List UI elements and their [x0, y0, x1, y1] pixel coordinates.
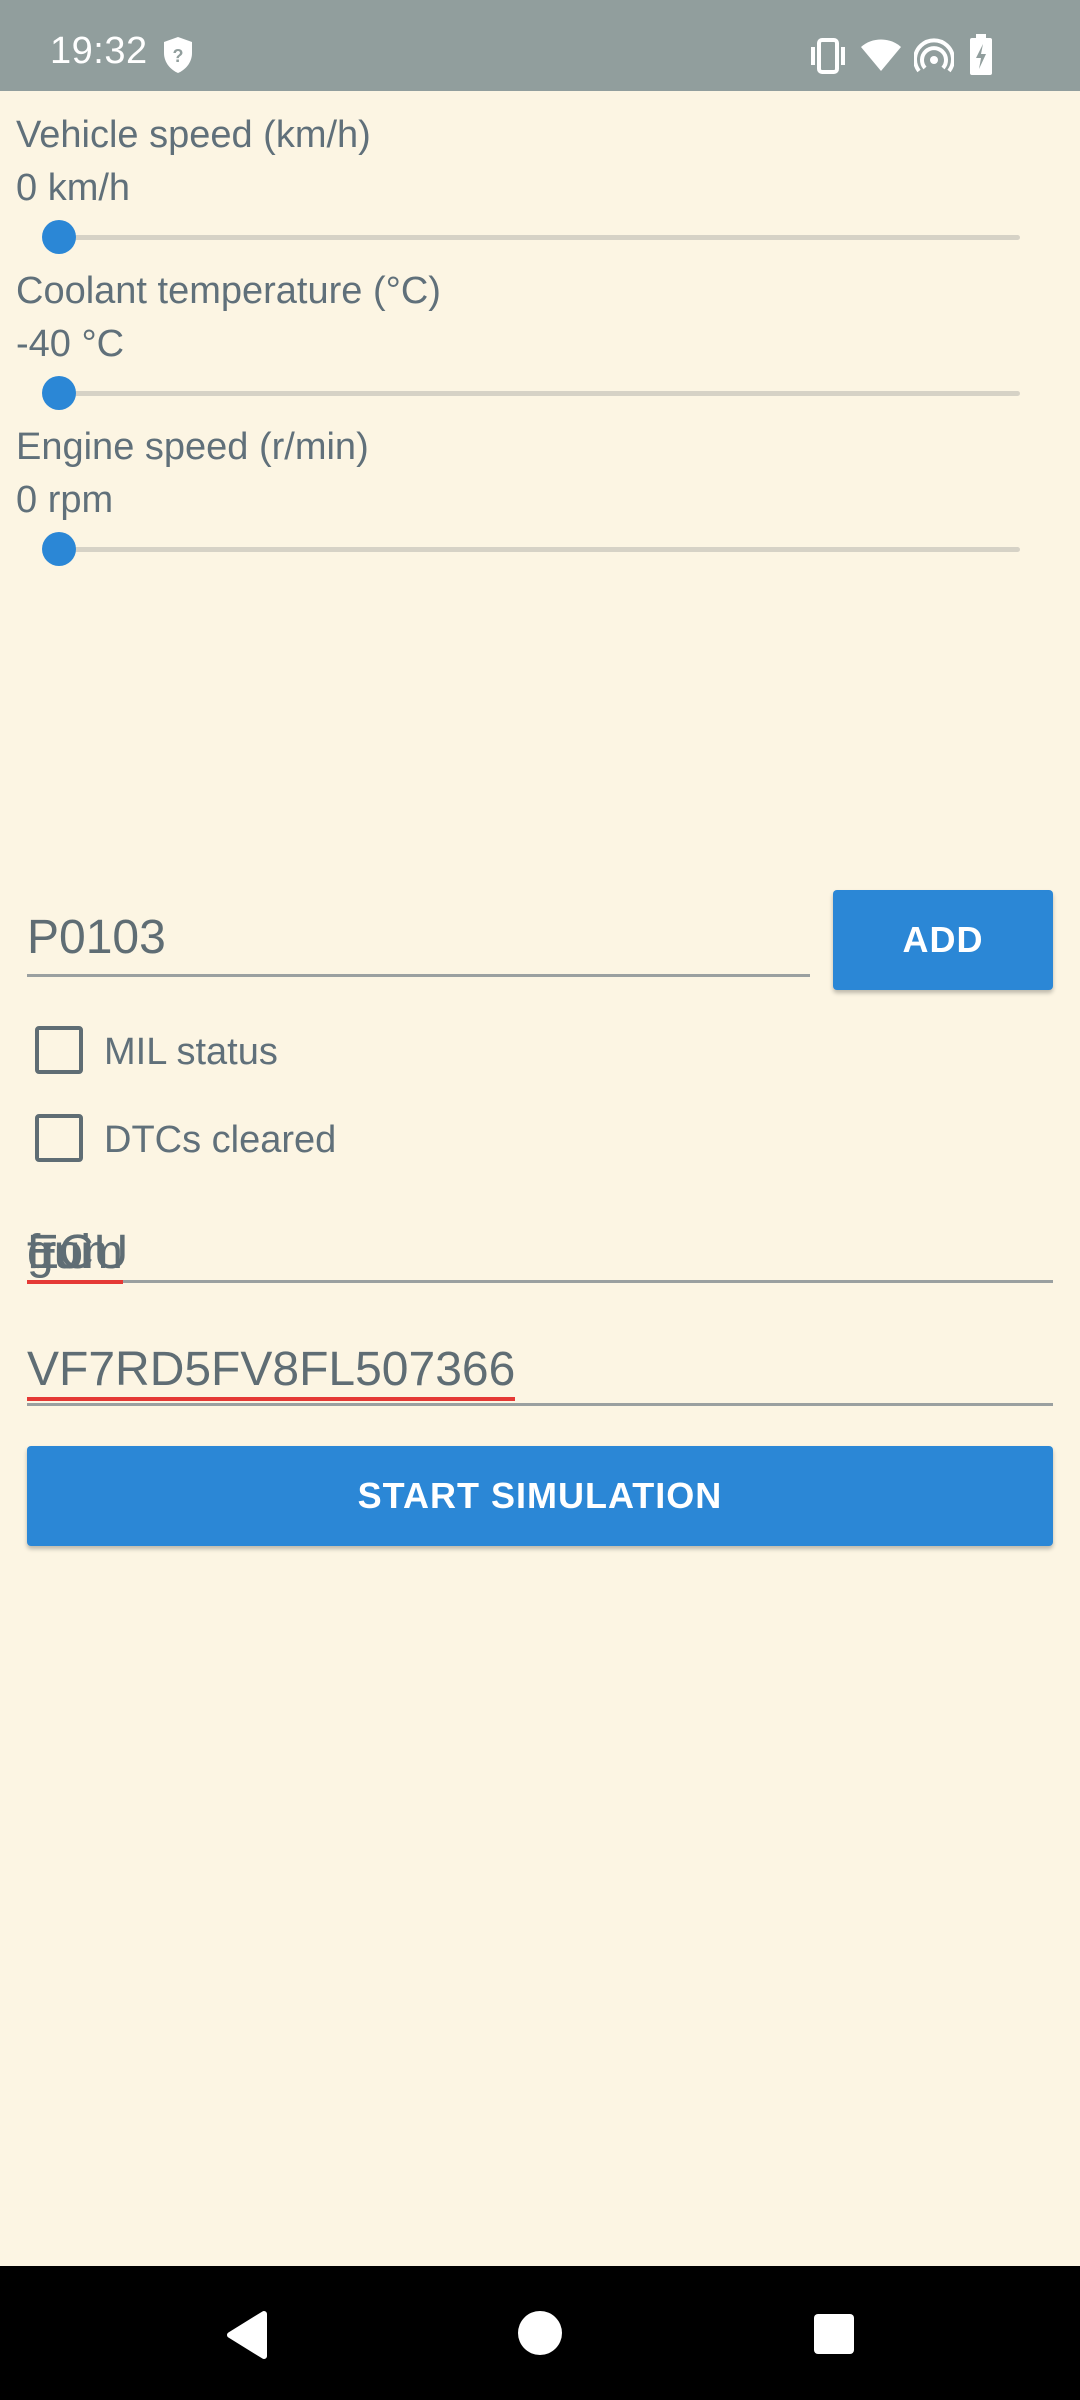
recents-icon[interactable] [813, 2313, 855, 2355]
dtc-code-input[interactable]: P0103 [27, 900, 810, 977]
ecu-name-field[interactable]: ECU from gui [27, 1213, 1053, 1284]
shield-question-icon: ? [164, 37, 192, 73]
coolant-temperature-slider-thumb[interactable] [42, 376, 76, 410]
vehicle-speed-label: Vehicle speed (km/h) [16, 114, 371, 156]
vehicle-speed-slider-thumb[interactable] [42, 220, 76, 254]
navigation-bar [0, 2266, 1080, 2400]
home-icon[interactable] [517, 2310, 563, 2356]
mil-status-checkbox[interactable] [35, 1026, 83, 1074]
hotspot-icon [914, 38, 954, 73]
engine-speed-slider-track[interactable] [59, 547, 1020, 552]
engine-speed-slider-thumb[interactable] [42, 532, 76, 566]
dtc-code-value: P0103 [27, 911, 166, 964]
vin-value: VF7RD5FV8FL507366 [27, 1342, 516, 1401]
status-bar: 19:32 ? [0, 0, 1080, 91]
engine-speed-label: Engine speed (r/min) [16, 426, 369, 468]
coolant-temperature-slider-track[interactable] [59, 391, 1020, 396]
start-simulation-button[interactable]: START SIMULATION [27, 1446, 1053, 1546]
coolant-temperature-label: Coolant temperature (°C) [16, 270, 441, 312]
mil-status-label: MIL status [104, 1031, 278, 1073]
engine-speed-value: 0 rpm [16, 479, 114, 521]
ecu-name-word-3: gui [27, 1226, 92, 1279]
back-icon[interactable] [224, 2310, 270, 2360]
add-dtc-button[interactable]: ADD [833, 890, 1053, 990]
vin-field[interactable]: VF7RD5FV8FL507366 [27, 1336, 1053, 1406]
vehicle-speed-slider-track[interactable] [59, 235, 1020, 240]
coolant-temperature-value: -40 °C [16, 323, 125, 365]
vibrate-icon [811, 38, 845, 74]
wifi-icon [861, 39, 901, 71]
dtcs-cleared-checkbox[interactable] [35, 1114, 83, 1162]
vehicle-speed-value: 0 km/h [16, 167, 131, 209]
dtcs-cleared-label: DTCs cleared [104, 1119, 337, 1161]
status-time: 19:32 [50, 30, 148, 72]
svg-text:?: ? [173, 46, 184, 66]
battery-charging-icon [970, 34, 992, 75]
